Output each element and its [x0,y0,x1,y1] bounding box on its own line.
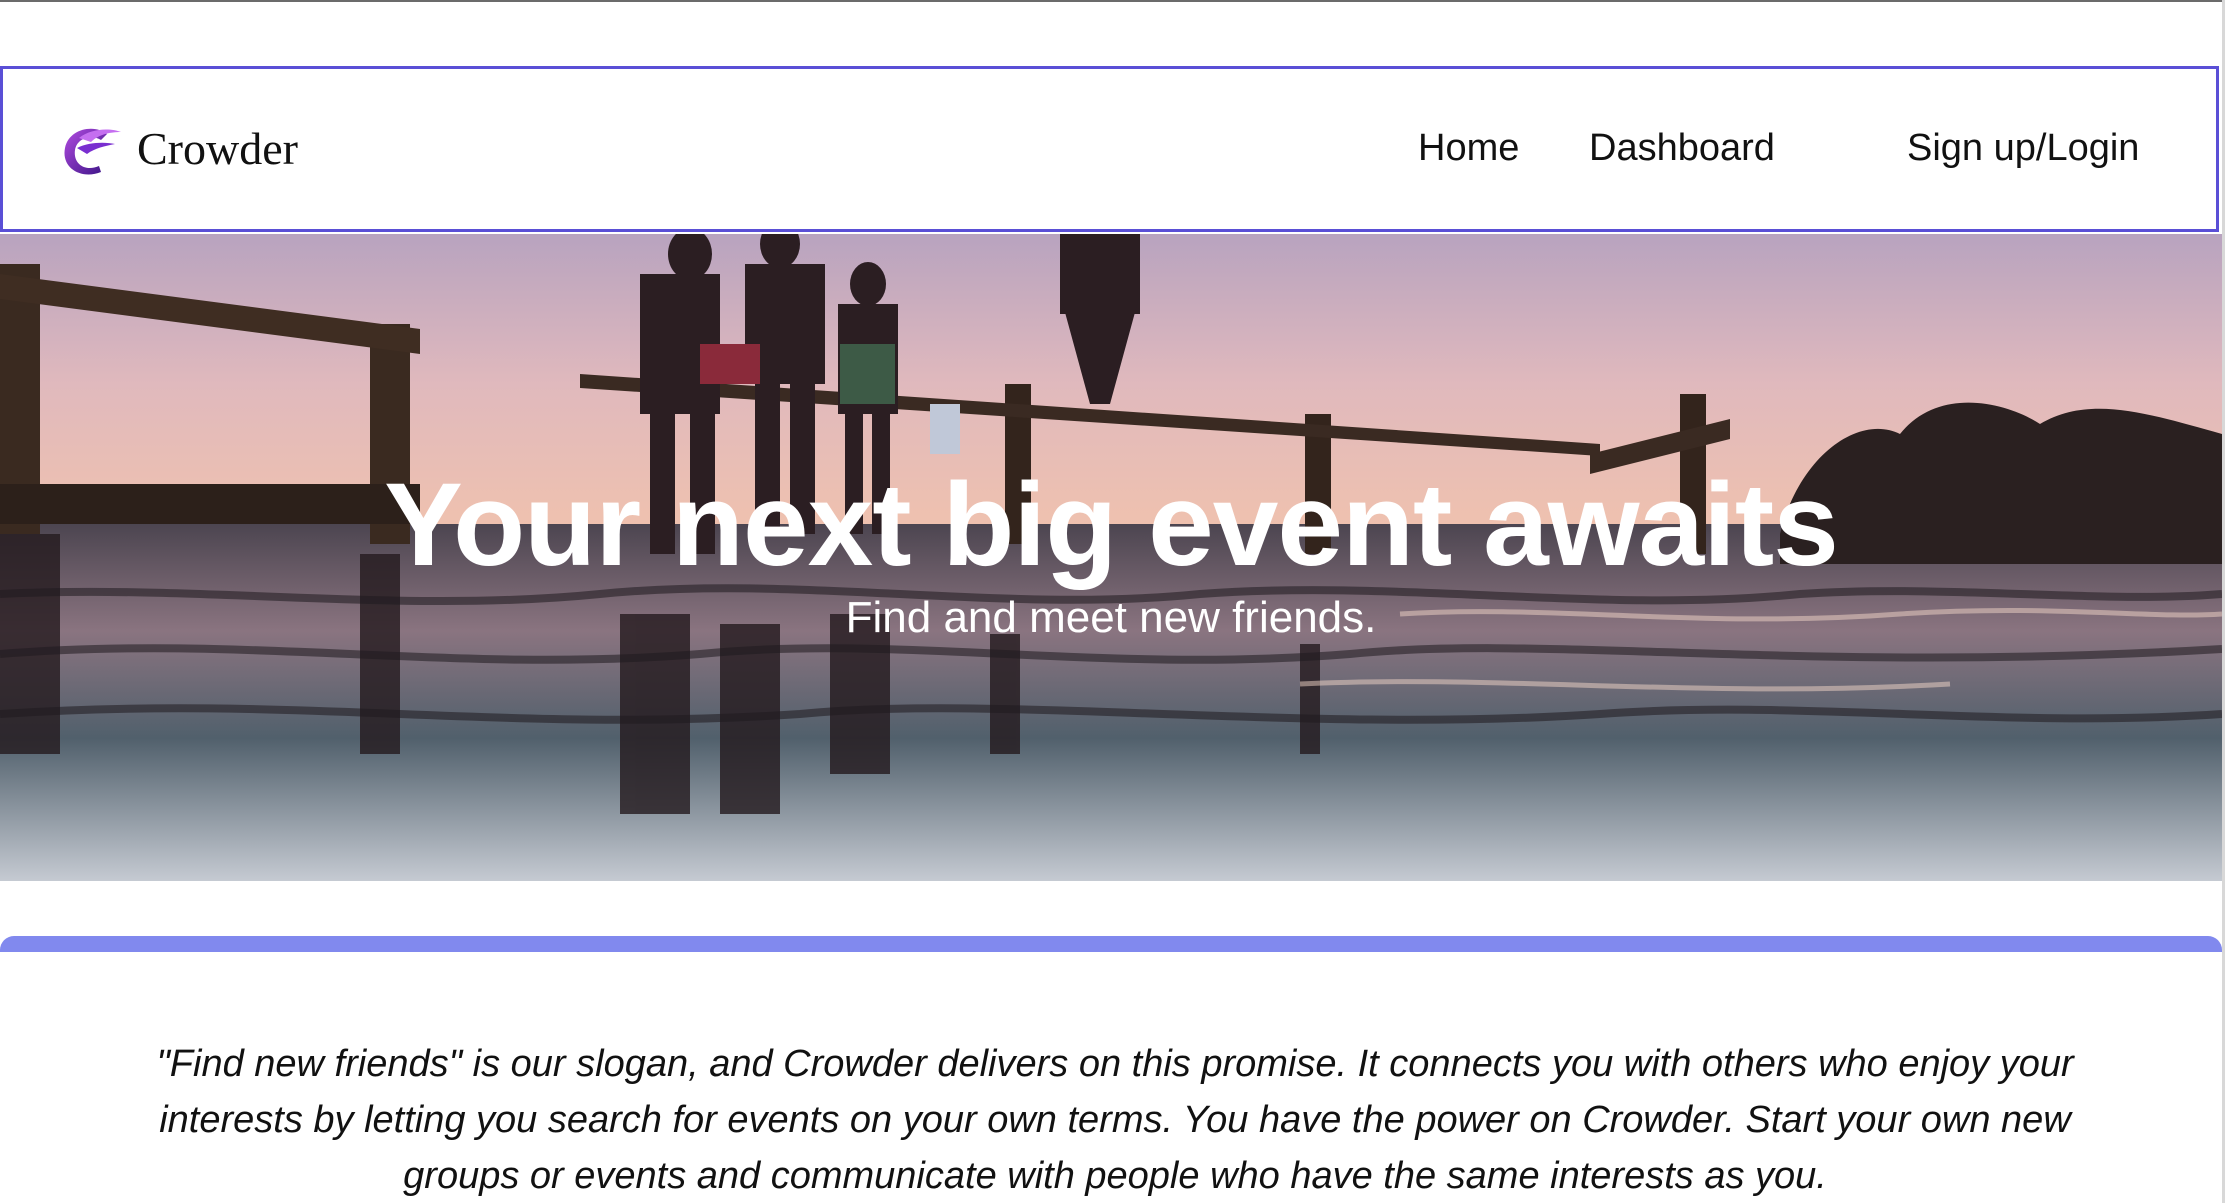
hero-title: Your next big event awaits [384,459,1839,591]
nav-home-link[interactable]: Home [1418,129,1519,167]
nav-signup-login-link[interactable]: Sign up/Login [1907,129,2139,167]
crowder-logo-icon [64,128,121,175]
hero-subtitle: Find and meet new friends. [845,593,1377,642]
navbar: Crowder Home Dashboard Sign up/Login [0,66,2219,232]
brand[interactable]: Crowder [55,113,298,193]
nav-dashboard-link[interactable]: Dashboard [1589,129,1775,167]
brand-name: Crowder [137,123,298,174]
hero-banner: Your next big event awaits Find and meet… [0,234,2222,881]
window-top-border [0,0,2225,2]
section-divider [0,936,2222,952]
about-description: "Find new friends" is our slogan, and Cr… [156,1043,2074,1197]
